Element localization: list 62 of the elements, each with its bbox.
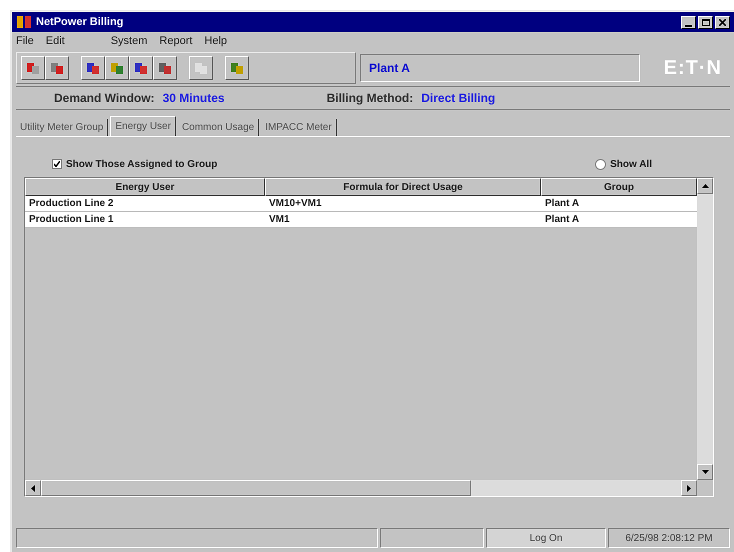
left-arrow-icon: [31, 484, 35, 492]
plant-field: Plant A: [360, 54, 640, 82]
tool-icon: [230, 61, 244, 75]
scroll-up-button[interactable]: [697, 178, 713, 194]
column-header[interactable]: Group: [541, 178, 697, 196]
table-cell-text: VM10+VM1: [268, 197, 323, 211]
filter-label: Show All: [610, 158, 652, 172]
scroll-thumb[interactable]: [41, 480, 471, 496]
tool-icon: [194, 61, 208, 75]
column-header[interactable]: Energy User: [25, 178, 265, 196]
billing-method-value: Direct Billing: [421, 90, 496, 107]
tool-icon: [26, 61, 40, 75]
filter-label: Show Those Assigned to Group: [66, 158, 218, 172]
menu-item[interactable]: System: [110, 32, 148, 50]
tool-icon: [110, 61, 124, 75]
menu-item[interactable]: Edit: [46, 32, 65, 50]
menu-item[interactable]: Report: [159, 32, 192, 50]
checkbox[interactable]: [52, 159, 62, 169]
demand-window-value: 30 Minutes: [162, 90, 225, 107]
toolbar-button[interactable]: [189, 56, 213, 80]
company-logo: E:T·N: [662, 56, 723, 81]
scroll-right-button[interactable]: [681, 480, 697, 496]
table-cell-text: Production Line 1: [28, 213, 114, 227]
scroll-down-button[interactable]: [697, 464, 713, 480]
down-arrow-icon: [702, 470, 708, 474]
right-arrow-icon: [687, 484, 691, 492]
column-header[interactable]: Formula for Direct Usage: [265, 178, 541, 196]
minimize-icon: [685, 24, 692, 28]
table-cell-text: Plant A: [544, 213, 580, 227]
toolbar-button[interactable]: [105, 56, 129, 80]
window-title: NetPower Billing: [36, 14, 124, 30]
tool-icon: [134, 61, 148, 75]
toolbar-button[interactable]: [45, 56, 69, 80]
up-arrow-icon: [702, 184, 708, 188]
maximize-button[interactable]: [698, 16, 713, 28]
log-status: Log On: [486, 528, 606, 548]
radio-button[interactable]: [595, 158, 606, 170]
vertical-scrollbar[interactable]: [697, 178, 713, 480]
demand-window-label: Demand Window:: [54, 90, 155, 107]
table-cell-text: VM1: [268, 213, 291, 227]
toolbar-button[interactable]: [129, 56, 153, 80]
tool-icon: [86, 61, 100, 75]
tool-icon: [50, 61, 64, 75]
maximize-icon: [702, 18, 710, 26]
close-icon: [719, 18, 726, 26]
scroll-left-button[interactable]: [25, 480, 41, 496]
toolbar-button[interactable]: [225, 56, 249, 80]
horizontal-scrollbar[interactable]: [25, 480, 697, 496]
tab[interactable]: Energy User: [110, 116, 176, 136]
app-icon: [16, 15, 32, 29]
table-cell-text: Plant A: [544, 197, 580, 211]
table-cell-text: Production Line 2: [28, 197, 114, 211]
toolbar-button[interactable]: [81, 56, 105, 80]
menu-item[interactable]: File: [16, 32, 34, 50]
tool-icon: [158, 61, 172, 75]
toolbar-button[interactable]: [153, 56, 177, 80]
billing-method-label: Billing Method:: [326, 90, 414, 107]
clock-status: 6/25/98 2:08:12 PM: [608, 528, 730, 548]
menu-item[interactable]: Help: [204, 32, 228, 50]
toolbar-button[interactable]: [21, 56, 45, 80]
minimize-button[interactable]: [681, 16, 696, 28]
close-button[interactable]: [715, 16, 730, 28]
